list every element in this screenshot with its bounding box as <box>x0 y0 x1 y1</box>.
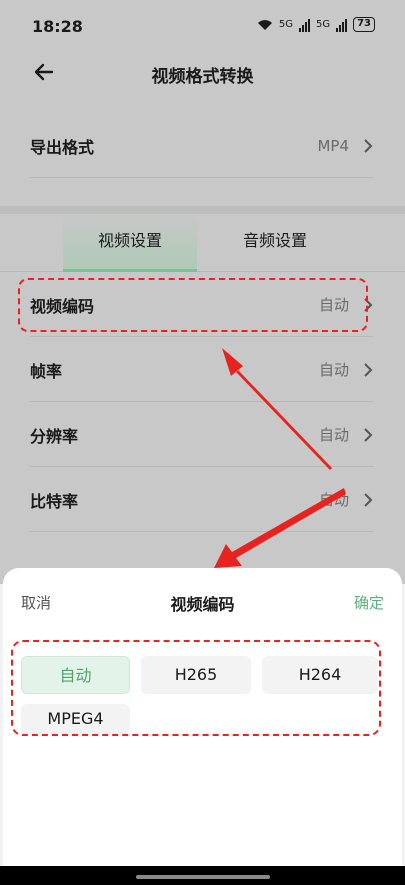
battery-icon: 73 <box>353 17 375 32</box>
network-5g-label-2: 5G <box>315 19 331 30</box>
annotation-highlight-video-codec <box>18 278 368 332</box>
wifi-icon <box>257 19 272 30</box>
chevron-right-icon <box>364 427 373 442</box>
home-indicator[interactable] <box>136 875 270 879</box>
setting-row-bitrate[interactable]: 比特率 自动 <box>30 468 373 532</box>
video-codec-bottom-sheet: 取消 视频编码 确定 自动 H265 H264 MPEG4 <box>3 568 402 870</box>
export-format-row[interactable]: 导出格式 MP4 <box>30 114 373 178</box>
chevron-right-icon <box>364 138 373 153</box>
export-section: 导出格式 MP4 <box>0 98 405 206</box>
status-icons: 5G 5G 73 <box>257 17 375 32</box>
system-nav-bar <box>0 866 405 885</box>
annotation-highlight-codec-options <box>11 640 381 736</box>
status-time: 18:28 <box>32 17 83 36</box>
tab-audio-settings[interactable]: 音频设置 <box>208 214 342 272</box>
tab-video-settings[interactable]: 视频设置 <box>63 214 197 272</box>
chevron-right-icon <box>364 362 373 377</box>
status-bar: 18:28 5G 5G 73 <box>0 0 405 48</box>
chevron-right-icon <box>364 492 373 507</box>
sheet-title: 视频编码 <box>170 595 235 614</box>
setting-value: 自动 <box>318 361 349 379</box>
settings-section: 视频设置 音频设置 视频编码 自动 帧率 自动 分辨率 自动 比特率 自动 <box>0 214 405 584</box>
header: 视频格式转换 <box>0 48 405 98</box>
setting-label: 分辨率 <box>30 426 79 446</box>
export-format-label: 导出格式 <box>30 137 95 157</box>
page-title: 视频格式转换 <box>151 67 254 87</box>
setting-label: 帧率 <box>30 361 63 381</box>
signal-2-icon <box>336 18 348 32</box>
setting-row-frame-rate[interactable]: 帧率 自动 <box>30 338 373 402</box>
setting-value: 自动 <box>318 426 349 444</box>
setting-row-resolution[interactable]: 分辨率 自动 <box>30 403 373 467</box>
cancel-button[interactable]: 取消 <box>21 592 51 613</box>
setting-value: 自动 <box>318 491 349 509</box>
export-format-value: MP4 <box>317 136 349 155</box>
screen: 18:28 5G 5G 73 视频格式转换 导出格式 MP4 视频设置 音频设置 <box>0 0 405 885</box>
section-divider <box>0 206 405 214</box>
setting-label: 比特率 <box>30 491 79 511</box>
signal-1-icon <box>298 18 310 32</box>
confirm-button[interactable]: 确定 <box>354 592 384 613</box>
network-5g-label: 5G <box>278 19 293 30</box>
settings-tabs: 视频设置 音频设置 <box>0 214 405 272</box>
